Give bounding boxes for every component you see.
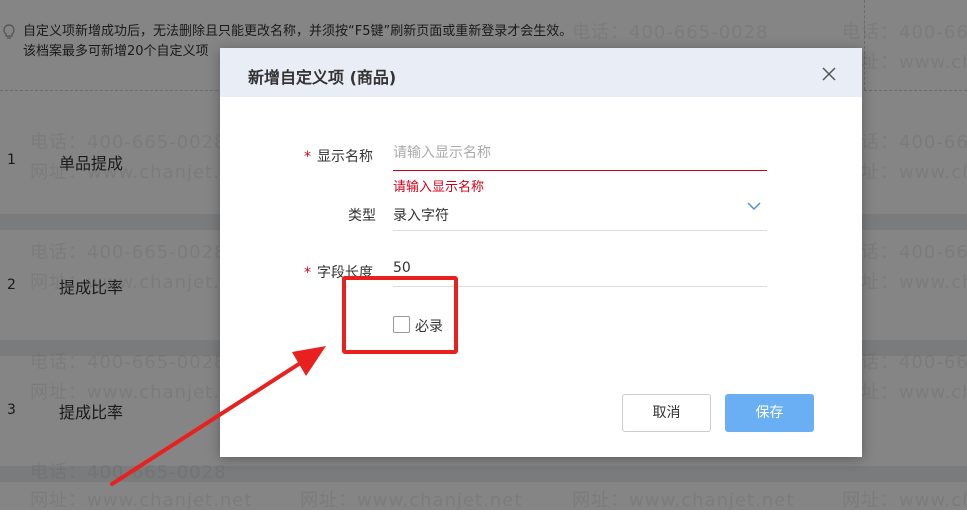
- chevron-down-icon[interactable]: [747, 201, 761, 211]
- display-name-error: 请输入显示名称: [393, 180, 485, 195]
- type-label: 类型: [348, 208, 376, 224]
- type-select[interactable]: 录入字符: [393, 205, 767, 225]
- field-length-input[interactable]: [393, 260, 767, 276]
- display-name-label: * 显示名称: [304, 146, 373, 166]
- close-icon[interactable]: [822, 67, 836, 81]
- dialog-title: 新增自定义项 (商品): [248, 68, 397, 87]
- dialog-header: 新增自定义项 (商品): [220, 48, 862, 97]
- required-mark: *: [304, 265, 311, 281]
- type-underline: [393, 230, 767, 231]
- cancel-button[interactable]: 取消: [622, 394, 711, 432]
- required-mark: *: [304, 149, 311, 165]
- display-name-label-text: 显示名称: [317, 149, 373, 165]
- save-button[interactable]: 保存: [725, 394, 814, 432]
- display-name-underline: [393, 170, 767, 171]
- type-select-value: 录入字符: [393, 208, 449, 224]
- display-name-input[interactable]: [393, 145, 767, 161]
- display-name-field[interactable]: [393, 145, 767, 161]
- field-length-field[interactable]: [393, 260, 767, 276]
- annotation-highlight-box: [342, 276, 458, 354]
- add-custom-item-dialog: 新增自定义项 (商品) *显示名称 请输入显示名称 类型 录入字符 *字段长度 …: [220, 48, 862, 457]
